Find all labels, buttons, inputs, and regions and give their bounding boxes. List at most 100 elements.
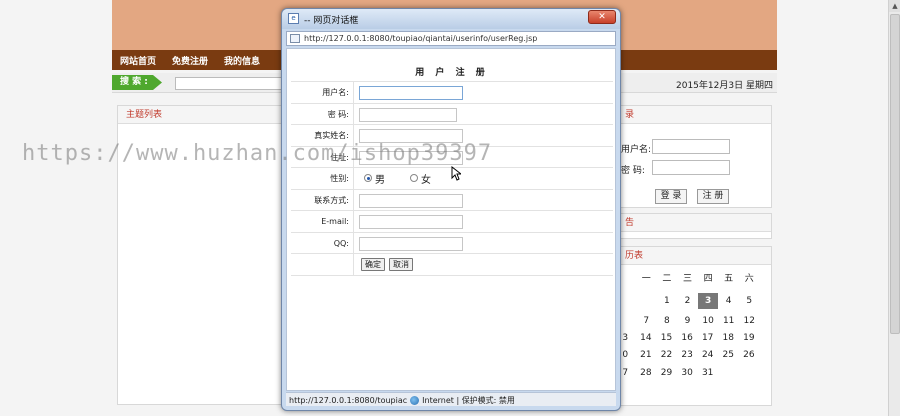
topic-list-title: 主题列表: [118, 106, 281, 124]
calendar-day[interactable]: 17: [697, 330, 718, 346]
calendar-week-4: 0 21 22 23 24 25 26: [615, 347, 759, 363]
calendar-day[interactable]: [739, 365, 760, 381]
calendar-weekday: 五: [724, 274, 734, 284]
register-button[interactable]: 注 册: [697, 189, 729, 204]
login-panel-title: 录: [615, 106, 771, 124]
cancel-button[interactable]: 取消: [389, 258, 413, 271]
close-button[interactable]: ✕: [588, 10, 616, 24]
calendar-day[interactable]: 8: [657, 313, 678, 329]
calendar-day[interactable]: 25: [718, 347, 739, 363]
calendar-day[interactable]: 14: [636, 330, 657, 346]
address-url: http://127.0.0.1:8080/toupiao/qiantai/us…: [304, 34, 538, 43]
dialog-content: 用 户 注 册 用户名: 密 码: 真实姓名: 住址: 性别: 男 女 联系方式…: [286, 48, 616, 391]
qq-input[interactable]: [359, 236, 463, 251]
login-username-label: 用户名:: [621, 145, 652, 155]
calendar-day[interactable]: 30: [677, 365, 698, 381]
actions-label-cell: [291, 254, 354, 275]
calendar-day[interactable]: 29: [656, 365, 677, 381]
calendar-day[interactable]: 1: [657, 293, 678, 309]
form-row-username: 用户名:: [291, 82, 613, 104]
calendar-day[interactable]: 31: [697, 365, 718, 381]
calendar-day[interactable]: 4: [718, 293, 739, 309]
status-content: http://127.0.0.1:8080/toupiac Internet |…: [289, 395, 515, 406]
calendar-day[interactable]: 9: [677, 313, 698, 329]
nav-register[interactable]: 免费注册: [172, 54, 208, 67]
calendar-day-today[interactable]: 3: [697, 293, 719, 309]
calendar-day[interactable]: 23: [677, 347, 698, 363]
calendar-day[interactable]: 5: [739, 293, 760, 309]
gender-female-radio[interactable]: [410, 174, 418, 182]
watermark-text: https://www.huzhan.com/ishop39397: [22, 141, 493, 166]
username-label: 用户名:: [291, 82, 354, 103]
page-icon: e: [288, 13, 299, 24]
gender-male-radio[interactable]: [364, 174, 372, 182]
confirm-button[interactable]: 确定: [361, 258, 385, 271]
form-row-qq: QQ:: [291, 232, 613, 254]
notice-panel-title: 告: [615, 214, 771, 232]
web-page-dialog: e -- 网页对话框 ✕ http://127.0.0.1:8080/toupi…: [281, 8, 621, 411]
contact-label: 联系方式:: [291, 189, 354, 210]
calendar-panel: 历表 一 二 三 四 五 六 1 2 3 4 5 7 8 9 10 11 12 …: [614, 246, 772, 406]
calendar-day[interactable]: 16: [677, 330, 698, 346]
qq-label: QQ:: [291, 232, 354, 253]
password-label: 密 码:: [291, 103, 354, 124]
scroll-up-arrow-icon[interactable]: ▲: [889, 0, 900, 12]
email-label: E-mail:: [291, 211, 354, 232]
status-url: http://127.0.0.1:8080/toupiac: [289, 396, 408, 405]
username-input[interactable]: [359, 86, 463, 100]
calendar-weekday: 四: [703, 274, 713, 284]
calendar-day[interactable]: 2: [677, 293, 698, 309]
password-input[interactable]: [359, 107, 457, 122]
scroll-thumb[interactable]: [890, 14, 900, 334]
calendar-day[interactable]: 21: [636, 347, 657, 363]
calendar-day[interactable]: 26: [739, 347, 760, 363]
search-label: 搜 索 :: [112, 75, 162, 90]
search-input[interactable]: [175, 77, 285, 90]
calendar-day[interactable]: [718, 365, 739, 381]
calendar-weekday: 三: [682, 274, 692, 284]
login-password-input[interactable]: [652, 160, 730, 175]
notice-panel: 告: [614, 213, 772, 239]
calendar-day[interactable]: 18: [718, 330, 739, 346]
contact-input[interactable]: [359, 193, 463, 208]
calendar-day[interactable]: 11: [718, 313, 739, 329]
calendar-day[interactable]: 15: [656, 330, 677, 346]
nav-home[interactable]: 网站首页: [120, 54, 156, 67]
calendar-day[interactable]: [636, 293, 657, 309]
address-bar: http://127.0.0.1:8080/toupiao/qiantai/us…: [286, 31, 616, 46]
login-panel: 录 用户名: 密 码: 登 录 注 册: [614, 105, 772, 208]
gender-female-label: 女: [421, 175, 431, 186]
calendar-day[interactable]: 19: [739, 330, 760, 346]
email-input[interactable]: [359, 215, 463, 229]
calendar-day[interactable]: 10: [698, 313, 719, 329]
calendar-day[interactable]: 24: [697, 347, 718, 363]
form-row-contact: 联系方式:: [291, 189, 613, 211]
calendar-day[interactable]: 7: [636, 313, 657, 329]
calendar-day[interactable]: 12: [739, 313, 760, 329]
dialog-title: -- 网页对话框: [304, 16, 359, 26]
calendar-weekday: 一: [641, 274, 651, 284]
status-bar: http://127.0.0.1:8080/toupiac Internet |…: [286, 392, 616, 406]
calendar-week-3: 3 14 15 16 17 18 19: [615, 330, 759, 346]
status-zone: Internet | 保护模式: 禁用: [422, 396, 515, 405]
globe-icon: [410, 396, 420, 405]
login-button[interactable]: 登 录: [655, 189, 687, 204]
calendar-day[interactable]: 28: [636, 365, 657, 381]
form-row-password: 密 码:: [291, 103, 613, 125]
calendar-weekday: 六: [744, 274, 754, 284]
calendar-week-1: 1 2 3 4 5: [636, 293, 760, 309]
calendar-header-row: 一 二 三 四 五 六: [636, 271, 760, 287]
gender-label: 性别:: [291, 168, 354, 189]
calendar-title: 历表: [615, 247, 771, 265]
gender-male-label: 男: [375, 175, 385, 186]
login-username-input[interactable]: [652, 139, 730, 154]
calendar-week-2: 7 8 9 10 11 12: [636, 313, 760, 329]
mouse-cursor-icon: [451, 166, 461, 181]
calendar-day[interactable]: 22: [656, 347, 677, 363]
form-row-email: E-mail:: [291, 211, 613, 233]
page-scrollbar[interactable]: ▲: [888, 0, 900, 416]
form-row-actions: 确定 取消: [291, 254, 613, 276]
dialog-titlebar[interactable]: e -- 网页对话框 ✕: [282, 9, 620, 29]
login-password-label: 密 码:: [621, 166, 645, 176]
nav-my-info[interactable]: 我的信息: [224, 54, 260, 67]
